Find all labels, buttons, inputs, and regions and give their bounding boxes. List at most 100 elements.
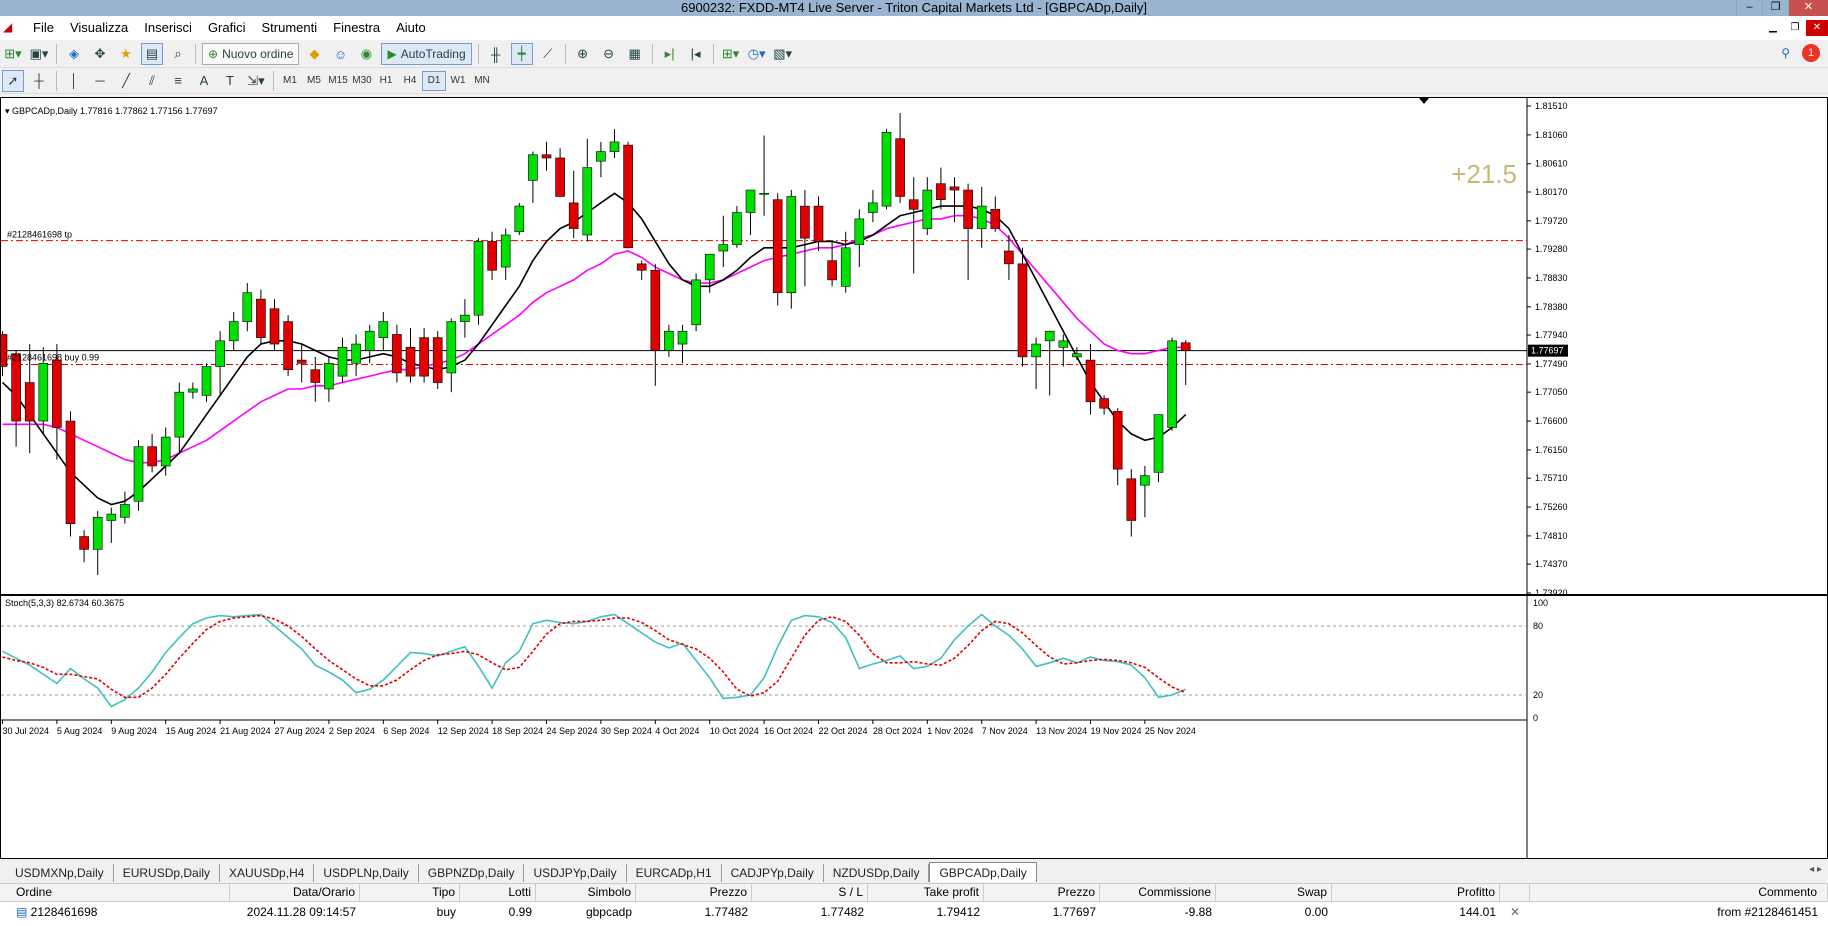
col-tp[interactable]: Take profit	[868, 883, 984, 902]
line-chart-icon[interactable]: ⟋	[537, 43, 559, 65]
chart-tab[interactable]: NZDUSDp,Daily	[824, 864, 930, 882]
chart-tab[interactable]: CADJPYp,Daily	[722, 864, 824, 882]
chart-tab[interactable]: GBPNZDp,Daily	[419, 864, 525, 882]
close-button[interactable]: ✕	[1788, 0, 1828, 16]
candle-bear	[269, 308, 280, 345]
col-profitto[interactable]: Profitto	[1332, 883, 1500, 902]
chart-tab[interactable]: EURUSDp,Daily	[114, 864, 221, 882]
candle-bull	[446, 321, 457, 374]
equidistant-channel-icon[interactable]: ⫽	[141, 70, 163, 92]
new-order-button[interactable]: ⊕ Nuovo ordine	[202, 43, 300, 65]
price-label: 1.76150	[1535, 445, 1568, 455]
tab-scroll-arrows[interactable]: ◂ ▸	[1809, 864, 1822, 875]
price-chart[interactable]: 1.81510 1.81060 1.80610 1.80170 1.79720 1.792…	[1, 98, 1827, 858]
strategy-tester-icon[interactable]: ⌕	[167, 43, 189, 65]
crosshair-icon[interactable]: ┼	[28, 70, 50, 92]
candle-bear	[79, 536, 89, 550]
bar-chart-icon[interactable]: ╫	[485, 43, 507, 65]
drawing-toolbar: ➚ ┼ │ ─ ╱ ⫽ ≡ A T ⇲▾ M1 M5 M15 M30 H1 H4…	[0, 68, 1828, 94]
timeframe-m30[interactable]: M30	[350, 71, 374, 91]
timeframe-m1[interactable]: M1	[278, 71, 302, 91]
col-data[interactable]: Data/Orario	[230, 883, 360, 902]
market-watch-icon[interactable]: ◈	[63, 43, 85, 65]
chart-tab[interactable]: USDJPYp,Daily	[524, 864, 627, 882]
terminal-icon[interactable]: ▤	[141, 43, 163, 65]
col-simbolo[interactable]: Simbolo	[536, 883, 636, 902]
col-commissione[interactable]: Commissione	[1100, 883, 1216, 902]
table-row[interactable]: ▤ 2128461698 2024.11.28 09:14:57 buy 0.9…	[0, 902, 1828, 921]
candle-bear	[936, 183, 946, 200]
trendline-icon[interactable]: ╱	[115, 70, 137, 92]
cell-simbolo: gbpcadp	[585, 904, 632, 919]
templates-icon[interactable]: ▧▾	[772, 43, 794, 65]
col-prezzo[interactable]: Prezzo	[636, 883, 752, 902]
candlestick-chart-icon[interactable]: ┿	[510, 43, 533, 65]
app-icon[interactable]: ◢	[3, 20, 19, 36]
timeframe-w1[interactable]: W1	[446, 71, 470, 91]
col-sl[interactable]: S / L	[752, 883, 868, 902]
data-window-icon[interactable]: ✥	[89, 43, 111, 65]
text-label-icon[interactable]: T	[219, 70, 241, 92]
menu-strumenti[interactable]: Strumenti	[254, 16, 326, 40]
close-order-icon[interactable]: ✕	[1500, 905, 1530, 919]
col-tipo[interactable]: Tipo	[360, 883, 460, 902]
chart-shift-icon[interactable]: |◂	[685, 43, 707, 65]
chart-tab[interactable]: XAUUSDp,H4	[220, 864, 315, 882]
text-icon[interactable]: A	[193, 70, 215, 92]
arrows-icon[interactable]: ⇲▾	[245, 70, 267, 92]
candle-bull	[378, 321, 389, 338]
price-label: 1.75260	[1535, 502, 1568, 512]
timeframe-m15[interactable]: M15	[326, 71, 350, 91]
profiles-icon[interactable]: ▣▾	[28, 43, 50, 65]
child-restore-button[interactable]: ❐	[1784, 20, 1806, 36]
chart-tab[interactable]: USDMXNp,Daily	[6, 864, 114, 882]
restore-button[interactable]: ❐	[1762, 0, 1788, 16]
new-chart-icon[interactable]: ⊞▾	[2, 43, 24, 65]
timeframe-mn[interactable]: MN	[470, 71, 494, 91]
col-swap[interactable]: Swap	[1216, 883, 1332, 902]
chart-window[interactable]: 1.81510 1.81060 1.80610 1.80170 1.79720 1.792…	[0, 97, 1828, 859]
timeframe-h4[interactable]: H4	[398, 71, 422, 91]
search-icon[interactable]: ⚲	[1781, 46, 1790, 60]
tile-windows-icon[interactable]: ▦	[624, 43, 646, 65]
autotrading-button[interactable]: ▶ AutoTrading	[381, 43, 472, 65]
col-prezzo-corrente[interactable]: Prezzo	[984, 883, 1100, 902]
chart-header: ▾ GBPCADp,Daily 1.77816 1.77862 1.77156 …	[5, 106, 218, 116]
timeframe-m5[interactable]: M5	[302, 71, 326, 91]
child-minimize-button[interactable]: ▁	[1762, 20, 1784, 36]
minimize-button[interactable]: –	[1736, 0, 1762, 16]
navigator-icon[interactable]: ★	[115, 43, 137, 65]
indicators-icon[interactable]: ⊞▾	[720, 43, 742, 65]
menu-inserisci[interactable]: Inserisci	[136, 16, 200, 40]
col-ordine[interactable]: Ordine	[0, 883, 230, 902]
cell-prezzo-corrente: 1.77697	[1052, 904, 1096, 919]
menu-aiuto[interactable]: Aiuto	[388, 16, 434, 40]
periods-icon[interactable]: ◷▾	[746, 43, 768, 65]
toolbar-separator	[564, 44, 566, 64]
candle-bull	[732, 212, 742, 245]
metaeditor-icon[interactable]: ◆	[303, 43, 325, 65]
zoom-in-icon[interactable]: ⊕	[572, 43, 594, 65]
community-icon[interactable]: ☺	[329, 43, 351, 65]
timeframe-d1[interactable]: D1	[422, 70, 446, 91]
fibonacci-icon[interactable]: ≡	[167, 70, 189, 92]
candle-bull	[174, 391, 185, 438]
zoom-out-icon[interactable]: ⊖	[598, 43, 620, 65]
menu-grafici[interactable]: Grafici	[200, 16, 254, 40]
chart-tab[interactable]: USDPLNp,Daily	[314, 864, 419, 882]
horizontal-line-icon[interactable]: ─	[89, 70, 111, 92]
col-lotti[interactable]: Lotti	[460, 883, 536, 902]
timeframe-h1[interactable]: H1	[374, 71, 398, 91]
chart-tab[interactable]: EURCADp,H1	[627, 864, 722, 882]
chart-tab-active[interactable]: GBPCADp,Daily	[929, 862, 1037, 882]
menu-visualizza[interactable]: Visualizza	[62, 16, 136, 40]
menu-file[interactable]: File	[25, 16, 62, 40]
signals-icon[interactable]: ◉	[355, 43, 377, 65]
col-commento[interactable]: Commento	[1530, 883, 1828, 902]
auto-scroll-icon[interactable]: ▸|	[659, 43, 681, 65]
menu-finestra[interactable]: Finestra	[325, 16, 388, 40]
cursor-icon[interactable]: ➚	[2, 69, 24, 92]
vertical-line-icon[interactable]: │	[63, 70, 85, 92]
notification-badge[interactable]: 1	[1802, 44, 1820, 62]
child-close-button[interactable]: ✕	[1806, 20, 1828, 36]
